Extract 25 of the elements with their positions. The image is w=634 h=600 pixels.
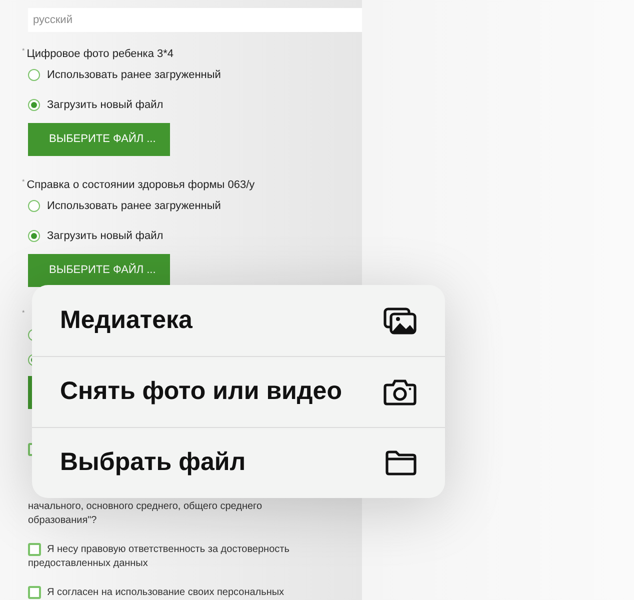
option-label: Использовать ранее загруженный <box>47 199 221 214</box>
choose-file-button[interactable]: ВЫБЕРИТЕ ФАЙЛ ... <box>28 123 170 156</box>
choose-file-button[interactable]: ВЫБЕРИТЕ ФАЙЛ ... <box>28 254 170 287</box>
checkbox-label: образования"? <box>28 514 97 528</box>
menu-item[interactable]: Снять фото или видео <box>32 356 445 427</box>
checkbox-label: предоставленных данных <box>28 557 148 571</box>
option-label: Загрузить новый файл <box>47 98 164 112</box>
checkbox[interactable] <box>28 586 41 600</box>
radio-button[interactable] <box>28 230 40 242</box>
checkbox-label: Я несу правовую ответственность за достоверность <box>47 542 290 556</box>
option-label: Загрузить новый файл <box>47 228 164 244</box>
photo-library-icon <box>383 306 417 334</box>
radio-button[interactable] <box>28 98 40 111</box>
camera-icon <box>383 378 417 406</box>
field-label: Цифровое фото ребенка 3*4 <box>26 47 174 61</box>
menu-item[interactable]: Выбрать файл <box>32 427 445 498</box>
menu-item[interactable]: Медиатека <box>32 285 445 356</box>
checkbox-label: Я согласен на использование своих персональных <box>47 586 284 600</box>
field-label: Справка о состоянии здоровья формы 063/у <box>26 178 255 192</box>
checkbox[interactable] <box>28 543 41 556</box>
folder-icon <box>385 450 417 476</box>
radio-button[interactable] <box>28 200 40 212</box>
option-label: Использовать ранее загруженный <box>47 68 221 83</box>
checkbox-label: начального, основного среднего, общего среднего <box>28 500 262 514</box>
radio-button[interactable] <box>28 69 40 82</box>
